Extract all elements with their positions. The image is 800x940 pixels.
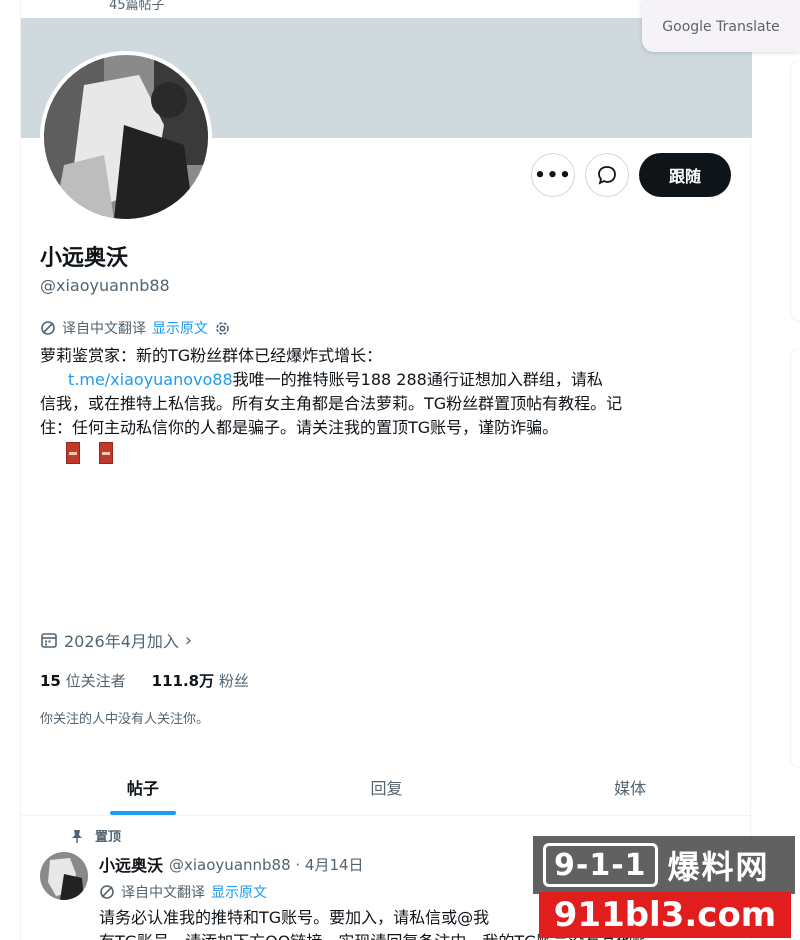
message-icon: [598, 166, 616, 185]
show-original-link[interactable]: 显示原文: [152, 318, 208, 338]
left-gutter: [0, 0, 20, 940]
profile-handle: @xiaoyuannb88: [40, 276, 170, 295]
bio-line: 萝莉鉴赏家：新的TG粉丝群体已经爆炸式增长：: [40, 346, 383, 365]
post-author-name[interactable]: 小远奥沃: [99, 852, 163, 876]
google-translate-popup[interactable]: Google Translate: [642, 0, 800, 52]
following-count: 15: [40, 672, 61, 690]
profile-bio: 萝莉鉴赏家：新的TG粉丝群体已经爆炸式增长： t.me/xiaoyuanovo8…: [40, 344, 730, 440]
watermark-domain: 911bl3.com: [539, 892, 791, 938]
more-button[interactable]: •••: [530, 153, 575, 197]
profile-actions: ••• 跟随: [530, 153, 731, 197]
tab-replies[interactable]: 回复: [265, 758, 509, 815]
calendar-icon: [41, 633, 57, 648]
profile-tabs: 帖子 回复 媒体: [21, 758, 752, 816]
following-label: 位关注者: [65, 672, 126, 690]
post-header: 小远奥沃 @xiaoyuannb88 · 4月14日: [99, 852, 364, 876]
bio-line: 信我，或在推特上私信我。所有女主角都是合法萝莉。TG粉丝群置顶帖有教程。记: [40, 394, 623, 413]
translate-icon: [100, 885, 114, 899]
post-show-original-link[interactable]: 显示原文: [211, 882, 267, 902]
posts-count: 45篇帖子: [109, 0, 165, 13]
watermark-cn: 爆料网: [667, 848, 770, 886]
pinned-label: 置顶: [95, 830, 122, 845]
more-icon: •••: [534, 164, 572, 186]
bio-translation-row: 译自中文翻译 显示原文: [40, 318, 231, 338]
pinned-indicator: 置顶: [71, 826, 121, 845]
bio-text: 我唯一的推特账号188 288通行证想加入群组，请私: [232, 370, 603, 389]
post-translation-row: 译自中文翻译 显示原文: [99, 882, 267, 902]
tab-media[interactable]: 媒体: [508, 758, 752, 815]
right-rail-card: [790, 60, 800, 322]
settings-gear-icon[interactable]: [214, 320, 231, 337]
post-handle-date[interactable]: @xiaoyuannb88 · 4月14日: [169, 854, 364, 875]
followers-label: 粉丝: [218, 672, 249, 690]
post-translate-label: 译自中文翻译: [121, 885, 205, 901]
followers-stat[interactable]: 111.8万 粉丝: [152, 670, 249, 691]
bio-link[interactable]: t.me/xiaoyuanovo88: [68, 370, 233, 389]
pin-icon: [72, 829, 82, 843]
tab-posts[interactable]: 帖子: [21, 758, 265, 815]
message-button[interactable]: [584, 153, 629, 197]
watermark-top: 9-1-1 爆料网: [533, 836, 795, 894]
translate-icon: [41, 321, 55, 335]
following-stat[interactable]: 15 位关注者: [40, 670, 126, 691]
bio-emoji: [99, 442, 113, 464]
joined-date[interactable]: 2026年4月加入 ›: [40, 628, 192, 652]
watermark: 9-1-1 爆料网 911bl3.com: [533, 836, 795, 938]
bio-line: t.me/xiaoyuanovo88我唯一的推特账号188 288通行证想加入群…: [40, 368, 730, 392]
profile-column: 45篇帖子 ••• 跟随 小远奥沃 @xiaoyuannb88 译自中文翻译 显…: [20, 0, 752, 940]
no-mutual-followers: 你关注的人中没有人关注你。: [40, 712, 210, 727]
follow-stats: 15 位关注者 111.8万 粉丝: [40, 670, 249, 691]
profile-avatar[interactable]: [40, 51, 212, 223]
joined-label: 2026年4月加入: [64, 632, 179, 651]
follow-button[interactable]: 跟随: [638, 153, 731, 197]
bio-emoji: [66, 442, 80, 464]
chevron-right-icon: ›: [184, 629, 193, 651]
followers-count: 111.8万: [151, 672, 215, 690]
google-translate-label: Google Translate: [662, 19, 780, 35]
profile-name: 小远奥沃: [40, 246, 129, 271]
translate-label: 译自中文翻译: [62, 321, 146, 337]
post-avatar[interactable]: [40, 852, 88, 900]
bio-line: 住：任何主动私信你的人都是骗子。请关注我的置顶TG账号，谨防诈骗。: [40, 418, 559, 437]
watermark-logo: 9-1-1: [543, 843, 658, 887]
right-rail-card: [790, 348, 800, 768]
